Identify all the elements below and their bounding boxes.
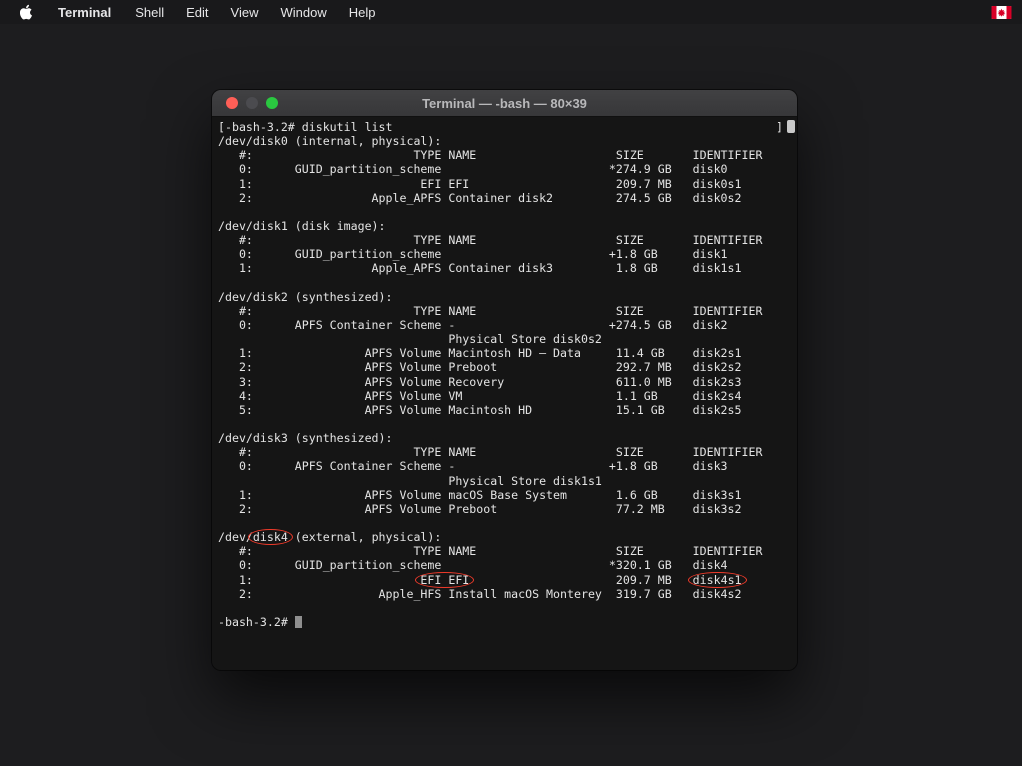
terminal-text: (external, physical): bbox=[288, 530, 442, 544]
terminal-line: #: TYPE NAME SIZE IDENTIFIER bbox=[218, 445, 797, 459]
terminal-line: #: TYPE NAME SIZE IDENTIFIER bbox=[218, 148, 797, 162]
terminal-text: 0: GUID_partition_scheme *320.1 GB disk4 bbox=[218, 558, 728, 572]
terminal-text: 3: APFS Volume Recovery 611.0 MB disk2s3 bbox=[218, 375, 742, 389]
terminal-text: 2: Apple_HFS Install macOS Monterey 319.… bbox=[218, 587, 742, 601]
terminal-text: 1: Apple_APFS Container disk3 1.8 GB dis… bbox=[218, 261, 742, 275]
terminal-line: 1: Apple_APFS Container disk3 1.8 GB dis… bbox=[218, 261, 797, 275]
terminal-text: /dev/disk0 (internal, physical): bbox=[218, 134, 441, 148]
terminal-line bbox=[218, 205, 797, 219]
menu-app-terminal[interactable]: Terminal bbox=[45, 0, 124, 24]
terminal-line: 4: APFS Volume VM 1.1 GB disk2s4 bbox=[218, 389, 797, 403]
menu-edit[interactable]: Edit bbox=[175, 0, 219, 24]
terminal-window: Terminal — -bash — 80×39 [-bash-3.2# dis… bbox=[212, 90, 797, 670]
canada-flag-icon[interactable] bbox=[991, 6, 1012, 19]
terminal-line: 2: APFS Volume Preboot 77.2 MB disk3s2 bbox=[218, 502, 797, 516]
terminal-line: [-bash-3.2# diskutil list] bbox=[218, 120, 797, 134]
terminal-line: Physical Store disk1s1 bbox=[218, 474, 797, 488]
terminal-line bbox=[218, 516, 797, 530]
terminal-text: 0: GUID_partition_scheme *274.9 GB disk0 bbox=[218, 162, 728, 176]
menu-view[interactable]: View bbox=[220, 0, 270, 24]
terminal-line: 0: GUID_partition_scheme +1.8 GB disk1 bbox=[218, 247, 797, 261]
terminal-text: 1: APFS Volume Macintosh HD — Data 11.4 … bbox=[218, 346, 742, 360]
menu-window[interactable]: Window bbox=[270, 0, 338, 24]
terminal-text: Physical Store disk1s1 bbox=[218, 474, 602, 488]
terminal-line bbox=[218, 276, 797, 290]
terminal-text: #: TYPE NAME SIZE IDENTIFIER bbox=[218, 148, 762, 162]
terminal-line: 0: GUID_partition_scheme *274.9 GB disk0 bbox=[218, 162, 797, 176]
terminal-text: #: TYPE NAME SIZE IDENTIFIER bbox=[218, 304, 762, 318]
status-menu-area bbox=[991, 6, 1022, 19]
terminal-text: 2: Apple_APFS Container disk2 274.5 GB d… bbox=[218, 191, 742, 205]
terminal-line: 1: EFI EFI 209.7 MB disk4s1 bbox=[218, 573, 797, 587]
zoom-button[interactable] bbox=[266, 97, 278, 109]
annotation-circle: disk4s1 bbox=[693, 573, 742, 587]
terminal-line: 2: APFS Volume Preboot 292.7 MB disk2s2 bbox=[218, 360, 797, 374]
close-button[interactable] bbox=[226, 97, 238, 109]
terminal-line: /dev/disk3 (synthesized): bbox=[218, 431, 797, 445]
terminal-line: /dev/disk1 (disk image): bbox=[218, 219, 797, 233]
terminal-line: #: TYPE NAME SIZE IDENTIFIER bbox=[218, 544, 797, 558]
traffic-lights bbox=[226, 90, 278, 116]
menu-shell[interactable]: Shell bbox=[124, 0, 175, 24]
terminal-text: 0: GUID_partition_scheme +1.8 GB disk1 bbox=[218, 247, 728, 261]
terminal-text: /dev/ bbox=[218, 530, 253, 544]
terminal-line: 0: APFS Container Scheme - +274.5 GB dis… bbox=[218, 318, 797, 332]
terminal-line: -bash-3.2# bbox=[218, 615, 797, 629]
annotation-circle: disk4 bbox=[253, 530, 288, 544]
terminal-line: 1: APFS Volume Macintosh HD — Data 11.4 … bbox=[218, 346, 797, 360]
terminal-text: #: TYPE NAME SIZE IDENTIFIER bbox=[218, 233, 762, 247]
window-title: Terminal — -bash — 80×39 bbox=[422, 96, 587, 111]
terminal-text: 2: APFS Volume Preboot 292.7 MB disk2s2 bbox=[218, 360, 742, 374]
terminal-text: 1: APFS Volume macOS Base System 1.6 GB … bbox=[218, 488, 742, 502]
terminal-cursor bbox=[295, 616, 302, 628]
terminal-text: 0: APFS Container Scheme - +274.5 GB dis… bbox=[218, 318, 728, 332]
terminal-line: Physical Store disk0s2 bbox=[218, 332, 797, 346]
window-titlebar[interactable]: Terminal — -bash — 80×39 bbox=[212, 90, 797, 117]
terminal-line: /dev/disk0 (internal, physical): bbox=[218, 134, 797, 148]
terminal-line bbox=[218, 601, 797, 615]
terminal-text: Physical Store disk0s2 bbox=[218, 332, 602, 346]
menu-help[interactable]: Help bbox=[338, 0, 387, 24]
terminal-text: /dev/disk1 (disk image): bbox=[218, 219, 386, 233]
terminal-text: -bash-3.2# bbox=[218, 615, 295, 629]
terminal-line: #: TYPE NAME SIZE IDENTIFIER bbox=[218, 233, 797, 247]
apple-menu[interactable] bbox=[0, 0, 45, 24]
terminal-line: 5: APFS Volume Macintosh HD 15.1 GB disk… bbox=[218, 403, 797, 417]
terminal-text: 1: bbox=[218, 573, 420, 587]
terminal-output[interactable]: [-bash-3.2# diskutil list]/dev/disk0 (in… bbox=[212, 117, 797, 670]
terminal-text: 1: EFI EFI 209.7 MB disk0s1 bbox=[218, 177, 742, 191]
terminal-line: #: TYPE NAME SIZE IDENTIFIER bbox=[218, 304, 797, 318]
annotation-circle: EFI EFI bbox=[420, 573, 469, 587]
menu-bar: Terminal Shell Edit View Window Help bbox=[0, 0, 1022, 24]
terminal-text: [-bash-3.2# diskutil list bbox=[218, 120, 393, 134]
terminal-text: 2: APFS Volume Preboot 77.2 MB disk3s2 bbox=[218, 502, 742, 516]
terminal-text: 0: APFS Container Scheme - +1.8 GB disk3 bbox=[218, 459, 728, 473]
terminal-text: ] bbox=[776, 120, 783, 134]
terminal-text: 5: APFS Volume Macintosh HD 15.1 GB disk… bbox=[218, 403, 742, 417]
terminal-line: 0: APFS Container Scheme - +1.8 GB disk3 bbox=[218, 459, 797, 473]
apple-logo-icon bbox=[20, 4, 33, 20]
terminal-text: 209.7 MB bbox=[469, 573, 692, 587]
terminal-text: /dev/disk2 (synthesized): bbox=[218, 290, 393, 304]
terminal-text: 4: APFS Volume VM 1.1 GB disk2s4 bbox=[218, 389, 742, 403]
minimize-button[interactable] bbox=[246, 97, 258, 109]
terminal-line: 1: EFI EFI 209.7 MB disk0s1 bbox=[218, 177, 797, 191]
terminal-text: #: TYPE NAME SIZE IDENTIFIER bbox=[218, 544, 762, 558]
terminal-line: 0: GUID_partition_scheme *320.1 GB disk4 bbox=[218, 558, 797, 572]
terminal-line: 3: APFS Volume Recovery 611.0 MB disk2s3 bbox=[218, 375, 797, 389]
terminal-text: /dev/disk3 (synthesized): bbox=[218, 431, 393, 445]
terminal-line: /dev/disk4 (external, physical): bbox=[218, 530, 797, 544]
terminal-text: #: TYPE NAME SIZE IDENTIFIER bbox=[218, 445, 762, 459]
terminal-line bbox=[218, 417, 797, 431]
terminal-line: 2: Apple_HFS Install macOS Monterey 319.… bbox=[218, 587, 797, 601]
scrollbar-thumb[interactable] bbox=[787, 120, 795, 133]
terminal-line: 1: APFS Volume macOS Base System 1.6 GB … bbox=[218, 488, 797, 502]
terminal-line: /dev/disk2 (synthesized): bbox=[218, 290, 797, 304]
terminal-line: 2: Apple_APFS Container disk2 274.5 GB d… bbox=[218, 191, 797, 205]
